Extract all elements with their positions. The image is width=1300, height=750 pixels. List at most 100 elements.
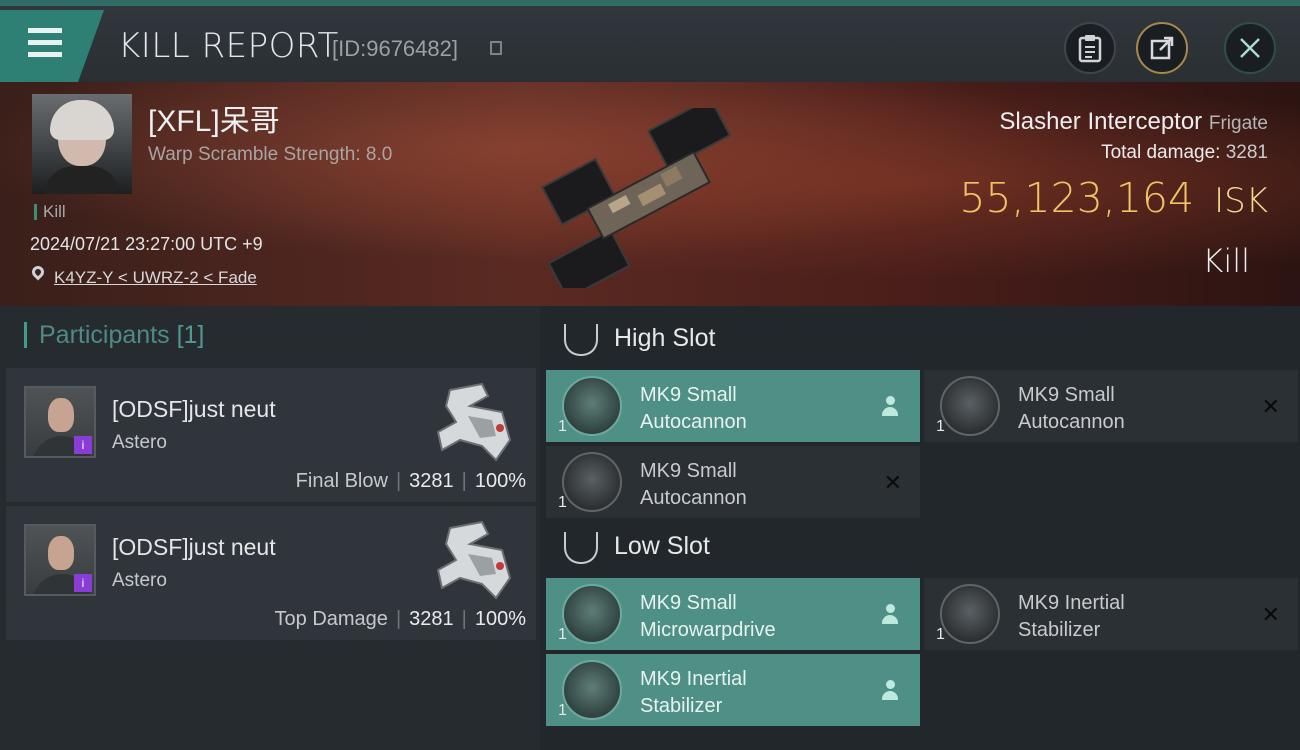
module-name-line2: Stabilizer: [640, 695, 723, 717]
total-damage-label: Total damage:: [1101, 142, 1221, 163]
victim-portrait[interactable]: [32, 94, 132, 194]
participant-ship-icon: [436, 382, 512, 462]
participant-stats: Top Damage | 3281 | 100%: [274, 608, 526, 630]
module-qty: 1: [558, 494, 567, 511]
module-name-line1: MK9 Small: [1018, 384, 1115, 406]
autocannon-icon: [562, 452, 622, 512]
total-damage-value: 3281: [1225, 142, 1268, 163]
participants-header: Participants [1]: [24, 322, 204, 348]
high-slot-label: High Slot: [614, 324, 716, 352]
hamburger-icon: [28, 28, 62, 33]
module-item[interactable]: 1 MK9 Small Autocannon ✕: [546, 446, 920, 518]
module-qty: 1: [558, 702, 567, 719]
module-name-line1: MK9 Small: [640, 592, 737, 614]
kill-report-header: KILL REPORT [ID:9676482]: [0, 0, 1300, 82]
module-item[interactable]: 1 MK9 Small Autocannon: [546, 370, 920, 442]
warp-scramble-strength: Warp Scramble Strength: 8.0: [148, 144, 393, 165]
module-item[interactable]: 1 MK9 Small Microwarpdrive: [546, 578, 920, 650]
participant-damage: 3281: [409, 608, 454, 630]
participant-percent: 100%: [474, 470, 526, 492]
module-qty: 1: [558, 626, 567, 643]
fitted-person-icon: [882, 604, 898, 626]
participant-ship-icon: [436, 520, 512, 600]
participant-portrait: i: [24, 386, 96, 458]
destroyed-x-icon: ✕: [883, 470, 902, 495]
location-link[interactable]: K4YZ-Y < UWRZ-2 < Fade: [54, 268, 257, 288]
kill-tag: Kill: [34, 203, 66, 220]
participants-label: Participants: [39, 321, 170, 349]
module-qty: 1: [936, 418, 945, 435]
module-name-line2: Stabilizer: [1018, 619, 1101, 641]
module-name: MK9 Inertial Stabilizer: [1018, 590, 1248, 644]
inertial-stabilizer-icon: [562, 660, 622, 720]
participant-name: [ODSF]just neut: [112, 534, 276, 560]
participants-panel: Participants [1] i [ODSF]just neut Aster…: [0, 306, 540, 750]
participant-row[interactable]: i [ODSF]just neut Astero Top Damage | 3281…: [6, 506, 536, 640]
isk-amount: 55,123,164: [959, 174, 1195, 222]
participant-ship: Astero: [112, 432, 167, 453]
page-title: KILL REPORT: [118, 26, 339, 66]
autocannon-icon: [562, 376, 622, 436]
close-button[interactable]: [1224, 22, 1276, 74]
share-icon: [1150, 36, 1174, 60]
module-name-line1: MK9 Small: [640, 460, 737, 482]
module-name: MK9 Small Microwarpdrive: [640, 590, 870, 644]
participant-role: Top Damage: [274, 608, 388, 630]
copy-icon[interactable]: [490, 41, 502, 55]
module-name-line2: Autocannon: [1018, 411, 1125, 433]
module-name-line1: MK9 Inertial: [640, 668, 747, 690]
module-name-line1: MK9 Inertial: [1018, 592, 1125, 614]
clipboard-button[interactable]: [1064, 22, 1116, 74]
module-item[interactable]: 1 MK9 Inertial Stabilizer: [546, 654, 920, 726]
isk-value: 55,123,164 ISK: [959, 174, 1268, 222]
fitted-person-icon: [882, 396, 898, 418]
low-slot-label: Low Slot: [614, 532, 710, 560]
module-qty: 1: [558, 418, 567, 435]
module-name-line1: MK9 Small: [640, 384, 737, 406]
ship-name: Slasher Interceptor: [999, 108, 1203, 135]
hamburger-icon-bar: [28, 40, 62, 45]
module-name-line2: Autocannon: [640, 487, 747, 509]
report-id: [ID:9676482]: [332, 36, 458, 61]
participant-badge: i: [74, 574, 92, 592]
module-name: MK9 Small Autocannon: [640, 458, 870, 512]
participants-count: [1]: [176, 321, 205, 349]
microwarpdrive-icon: [562, 584, 622, 644]
kill-status: Kill: [1202, 242, 1250, 280]
participant-ship: Astero: [112, 570, 167, 591]
participant-role: Final Blow: [295, 470, 388, 492]
victim-banner: [XFL]呆哥 Warp Scramble Strength: 8.0 Kill…: [0, 82, 1300, 306]
module-name: MK9 Inertial Stabilizer: [640, 666, 870, 720]
clipboard-icon: [1078, 35, 1102, 63]
low-slot-icon: [564, 532, 598, 564]
menu-button[interactable]: [0, 10, 104, 82]
participant-name: [ODSF]just neut: [112, 396, 276, 422]
location-pin-icon: [29, 263, 47, 281]
autocannon-icon: [940, 376, 1000, 436]
inertial-stabilizer-icon: [940, 584, 1000, 644]
participant-damage: 3281: [409, 470, 454, 492]
participant-row[interactable]: i [ODSF]just neut Astero Final Blow | 3281…: [6, 368, 536, 502]
module-item[interactable]: 1 MK9 Inertial Stabilizer ✕: [924, 578, 1298, 650]
victim-ship-image: [541, 108, 732, 288]
ship-class: Frigate: [1208, 113, 1268, 134]
participant-portrait: i: [24, 524, 96, 596]
module-name: MK9 Small Autocannon: [1018, 382, 1248, 436]
isk-unit: ISK: [1214, 181, 1268, 221]
destroyed-x-icon: ✕: [1261, 394, 1280, 419]
participant-stats: Final Blow | 3281 | 100%: [295, 470, 526, 492]
participant-percent: 100%: [474, 608, 526, 630]
module-name-line2: Microwarpdrive: [640, 619, 776, 641]
destroyed-x-icon: ✕: [1261, 602, 1280, 627]
module-name: MK9 Small Autocannon: [640, 382, 870, 436]
participant-badge: i: [74, 436, 92, 454]
module-name-line2: Autocannon: [640, 411, 747, 433]
module-item[interactable]: 1 MK9 Small Autocannon ✕: [924, 370, 1298, 442]
ship-info: Slasher Interceptor Frigate: [999, 108, 1268, 136]
close-icon: [1240, 38, 1260, 58]
victim-name: [XFL]呆哥: [148, 105, 280, 138]
fitted-person-icon: [882, 680, 898, 702]
fitting-panel: High Slot 1 MK9 Small Autocannon 1 MK9 S…: [540, 306, 1300, 750]
kill-datetime: 2024/07/21 23:27:00 UTC +9: [30, 234, 263, 254]
share-button[interactable]: [1136, 22, 1188, 74]
